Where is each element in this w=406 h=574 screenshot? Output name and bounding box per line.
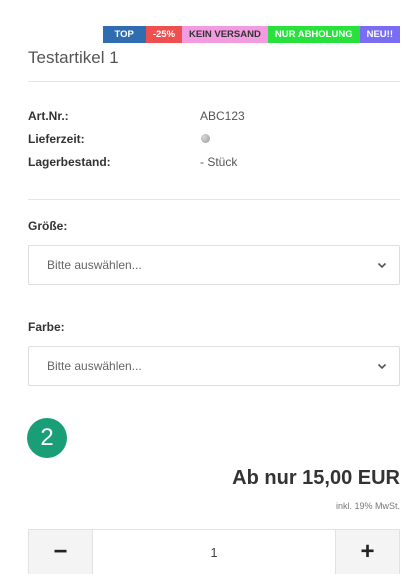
product-info: Art.Nr.: ABC123 Lieferzeit: Lagerbestand… bbox=[28, 104, 388, 173]
decrease-quantity-button[interactable]: − bbox=[29, 530, 92, 574]
size-label: Größe: bbox=[28, 219, 68, 233]
badge-top: TOP bbox=[102, 26, 146, 43]
badge-discount: -25% bbox=[145, 26, 183, 43]
info-key: Lagerbestand: bbox=[28, 154, 111, 169]
size-select-value: Bitte auswählen... bbox=[47, 258, 142, 272]
product-title: Testartikel 1 bbox=[28, 48, 119, 67]
badge-pickup-only: NUR ABHOLUNG bbox=[267, 26, 360, 43]
info-value: ABC123 bbox=[200, 108, 245, 123]
price-label: Ab nur 15,00 EUR bbox=[232, 467, 400, 489]
badge-new: NEU!! bbox=[359, 26, 400, 43]
chevron-down-icon bbox=[377, 363, 387, 370]
info-row-stock: Lagerbestand: - Stück bbox=[28, 150, 388, 173]
badge-no-shipping: KEIN VERSAND bbox=[182, 26, 268, 43]
availability-dot-icon bbox=[200, 132, 210, 146]
info-value: - Stück bbox=[200, 154, 238, 169]
quantity-input[interactable]: 1 bbox=[92, 530, 336, 574]
chevron-down-icon bbox=[377, 262, 387, 269]
step-number-badge: 2 bbox=[27, 418, 67, 458]
badge-bar: TOP -25% KEIN VERSAND NUR ABHOLUNG NEU!! bbox=[102, 26, 400, 43]
color-label: Farbe: bbox=[28, 320, 65, 334]
color-select[interactable]: Bitte auswählen... bbox=[28, 346, 400, 386]
info-key: Art.Nr.: bbox=[28, 108, 69, 123]
size-select[interactable]: Bitte auswählen... bbox=[28, 245, 400, 285]
divider bbox=[28, 81, 400, 82]
color-select-value: Bitte auswählen... bbox=[47, 359, 142, 373]
info-row-article-number: Art.Nr.: ABC123 bbox=[28, 104, 388, 127]
info-row-delivery-time: Lieferzeit: bbox=[28, 127, 388, 150]
increase-quantity-button[interactable]: + bbox=[336, 530, 399, 574]
info-key: Lieferzeit: bbox=[28, 131, 85, 146]
quantity-stepper: − 1 + bbox=[28, 529, 400, 574]
divider bbox=[28, 199, 400, 200]
tax-note: inkl. 19% MwSt. bbox=[335, 501, 400, 511]
